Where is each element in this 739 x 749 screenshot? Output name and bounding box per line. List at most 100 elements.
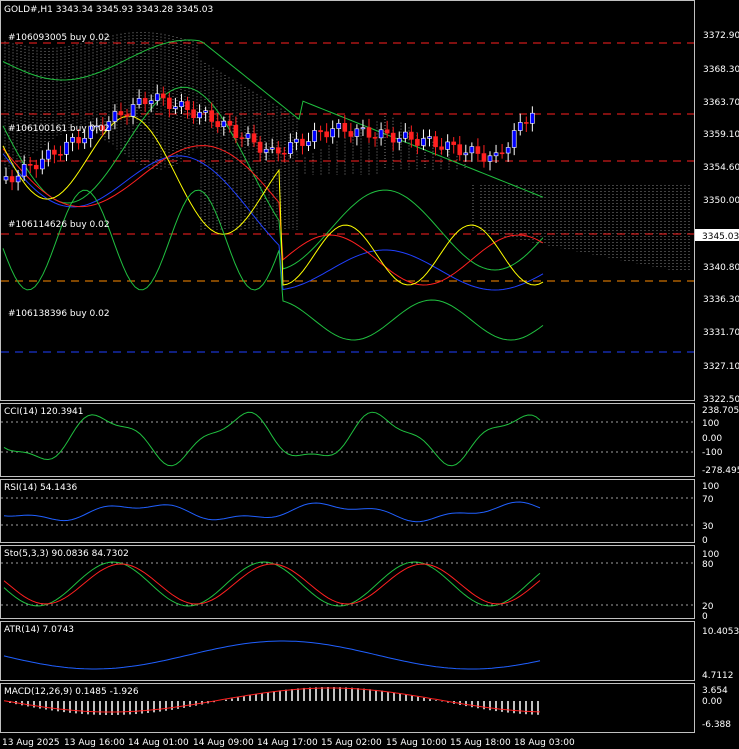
price-tick: 3368.30 <box>703 65 739 75</box>
candle-body <box>154 93 160 101</box>
candle-body <box>493 152 499 157</box>
candle-body <box>354 128 360 137</box>
candle-body <box>3 176 9 181</box>
candle-body <box>215 121 221 127</box>
rsi-tick: 100 <box>702 482 719 492</box>
atr-tick: 10.4053 <box>702 627 739 637</box>
candle-body <box>451 141 457 145</box>
time-tick: 14 Aug 01:00 <box>128 738 189 748</box>
candle-body <box>402 131 408 139</box>
cci-tick: 0.00 <box>702 434 722 444</box>
candle-body <box>9 176 15 183</box>
candle-body <box>263 148 269 153</box>
candle-body <box>185 101 190 111</box>
candle-body <box>330 128 336 138</box>
current-price-label: 3345.03 <box>702 232 739 242</box>
candle-body <box>481 153 487 162</box>
candle-body <box>415 139 420 146</box>
price-tick: 3354.60 <box>703 163 739 173</box>
candle-body <box>300 138 305 146</box>
macd-pane: MACD(12,26,9) 0.1485 -1.926 3.654 0.00 -… <box>3 686 731 730</box>
time-tick: 15 Aug 18:00 <box>450 738 511 748</box>
macd-tick: 3.654 <box>702 686 728 696</box>
candle-body <box>245 133 251 139</box>
candle-body <box>469 146 475 154</box>
candle-body <box>64 141 69 155</box>
order-label-1: #106093005 buy 0.02 <box>8 33 110 43</box>
candle-body <box>112 111 118 122</box>
atr-tick: 4.7112 <box>702 671 734 681</box>
cci-tick: -278.4952 <box>702 466 739 476</box>
price-tick: 3359.10 <box>703 130 739 140</box>
candle-body <box>445 141 450 150</box>
candle-body <box>281 152 287 155</box>
candle-body <box>33 164 39 170</box>
candle-body <box>179 101 184 108</box>
candle-body <box>336 122 342 129</box>
candle-body <box>360 127 366 130</box>
candle-body <box>294 138 299 143</box>
trading-chart[interactable]: GOLD#,H1 3343.34 3345.93 3343.28 3345.03… <box>0 0 739 749</box>
candle-body <box>390 132 396 143</box>
candle-body <box>203 110 208 113</box>
time-tick: 13 Aug 16:00 <box>64 738 125 748</box>
candle-body <box>39 158 45 170</box>
candle-body <box>233 125 239 138</box>
ichimoku-cloud <box>4 32 690 270</box>
candle-body <box>288 142 293 154</box>
candle-body <box>197 112 202 119</box>
candle-body <box>161 93 166 99</box>
candle-body <box>530 112 535 124</box>
rsi-tick: 0 <box>702 536 708 546</box>
price-axis: 3372.90 3368.30 3363.70 3359.10 3354.60 … <box>703 31 739 405</box>
cci-title: CCI(14) 120.3941 <box>4 407 84 417</box>
candle-body <box>523 122 529 124</box>
price-tick: 3340.80 <box>703 263 739 273</box>
rsi-tick: 70 <box>702 495 714 505</box>
price-tick: 3327.10 <box>703 362 739 372</box>
candle-body <box>136 98 142 105</box>
candle-body <box>463 152 469 156</box>
time-tick: 15 Aug 10:00 <box>386 738 447 748</box>
candle-body <box>15 175 21 183</box>
candle-body <box>342 122 348 132</box>
candle-body <box>227 120 233 126</box>
candle-body <box>52 149 57 155</box>
candle-body <box>82 138 87 144</box>
candle-body <box>269 147 275 150</box>
macd-tick: -6.388 <box>702 720 731 730</box>
rsi-tick: 30 <box>702 522 714 532</box>
candle-body <box>257 141 263 153</box>
atr-title: ATR(14) 7.0743 <box>4 625 74 635</box>
candle-body <box>221 120 227 127</box>
candle-body <box>21 163 27 177</box>
candle-body <box>396 138 402 143</box>
sto-tick: 20 <box>702 602 714 612</box>
time-tick: 14 Aug 17:00 <box>257 738 318 748</box>
candle-body <box>427 136 432 139</box>
sto-title: Sto(5,3,3) 90.0836 84.7302 <box>4 549 129 559</box>
atr-line <box>3 640 541 670</box>
candle-body <box>76 137 81 144</box>
time-tick: 13 Aug 2025 <box>2 738 60 748</box>
candle-body <box>511 130 517 148</box>
candle-body <box>517 122 523 131</box>
candle-body <box>70 137 75 143</box>
candle-body <box>378 129 384 139</box>
candle-body <box>46 149 51 160</box>
candle-body <box>457 144 463 156</box>
candle-body <box>348 131 354 137</box>
price-tick: 3350.00 <box>703 196 739 206</box>
candle-body <box>324 131 329 138</box>
time-tick: 14 Aug 09:00 <box>193 738 254 748</box>
main-indicator-lines <box>2 39 544 341</box>
candle-body <box>209 110 214 122</box>
sto-tick: 80 <box>702 560 714 570</box>
candle-body <box>433 136 438 148</box>
candle-body <box>306 141 311 146</box>
price-tick: 3372.90 <box>703 31 739 41</box>
price-tick: 3331.70 <box>703 328 739 338</box>
candle-body <box>318 130 323 133</box>
rsi-pane: RSI(14) 54.1436 100 70 30 0 <box>1 482 719 546</box>
candle-body <box>312 130 317 142</box>
